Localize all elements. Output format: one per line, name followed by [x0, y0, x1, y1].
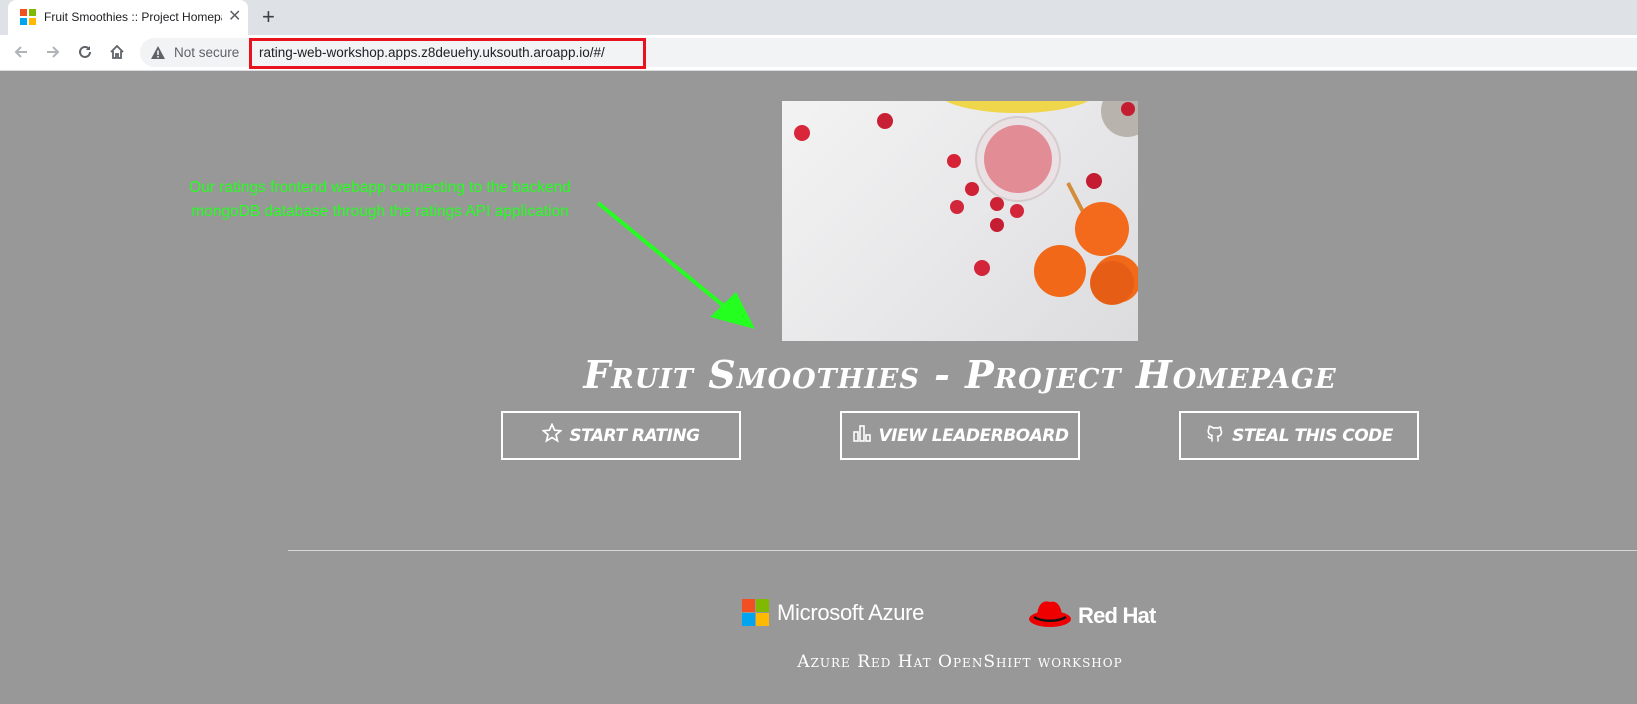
browser-tab[interactable]: Fruit Smoothies :: Project Homepage ✕	[8, 0, 248, 35]
annotation-line-1: Our ratings frontend webapp connecting t…	[189, 179, 571, 196]
forward-arrow-icon[interactable]	[41, 40, 65, 64]
github-icon	[1205, 423, 1225, 448]
microsoft-azure-label: Microsoft Azure	[777, 599, 925, 625]
red-hat-label: Red Hat	[1078, 602, 1156, 628]
workshop-caption: Azure Red Hat OpenShift workshop	[797, 652, 1123, 672]
browser-toolbar: Not secure	[0, 35, 1637, 71]
view-leaderboard-label: View Leaderboard	[878, 425, 1069, 446]
microsoft-azure-logo: Microsoft Azure	[742, 599, 924, 626]
star-icon	[541, 422, 564, 448]
tab-title: Fruit Smoothies :: Project Homepage	[44, 10, 222, 24]
microsoft-favicon-icon	[20, 9, 36, 25]
not-secure-label[interactable]: Not secure	[174, 45, 239, 60]
warning-triangle-icon[interactable]	[150, 45, 166, 66]
steal-this-code-button[interactable]: Steal this code	[1179, 411, 1419, 460]
annotation-line-2: mongoDB database through the ratings API…	[191, 203, 569, 220]
start-rating-button[interactable]: Start Rating	[501, 411, 741, 460]
footer-divider	[288, 550, 1637, 551]
microsoft-logo-icon	[742, 599, 769, 626]
new-tab-button[interactable]: +	[262, 4, 275, 30]
close-tab-icon[interactable]: ✕	[228, 8, 241, 26]
back-arrow-icon[interactable]	[9, 40, 33, 64]
start-rating-label: Start Rating	[569, 425, 700, 446]
smoothie-hero-image	[782, 101, 1138, 341]
home-icon[interactable]	[105, 40, 129, 64]
page-title: Fruit Smoothies - Project Homepage	[583, 352, 1337, 397]
reload-icon[interactable]	[73, 40, 97, 64]
red-hat-logo: Red Hat	[1028, 597, 1156, 634]
view-leaderboard-button[interactable]: View Leaderboard	[840, 411, 1080, 460]
url-text[interactable]: rating-web-workshop.apps.z8deuehy.uksout…	[259, 45, 605, 60]
steal-this-code-label: Steal this code	[1232, 425, 1393, 446]
annotation-text: Our ratings frontend webapp connecting t…	[150, 176, 610, 224]
bar-chart-icon	[852, 423, 872, 448]
browser-tab-strip: Fruit Smoothies :: Project Homepage ✕ +	[0, 0, 1637, 35]
annotation-arrow-icon	[596, 201, 755, 329]
red-hat-icon	[1028, 597, 1072, 634]
